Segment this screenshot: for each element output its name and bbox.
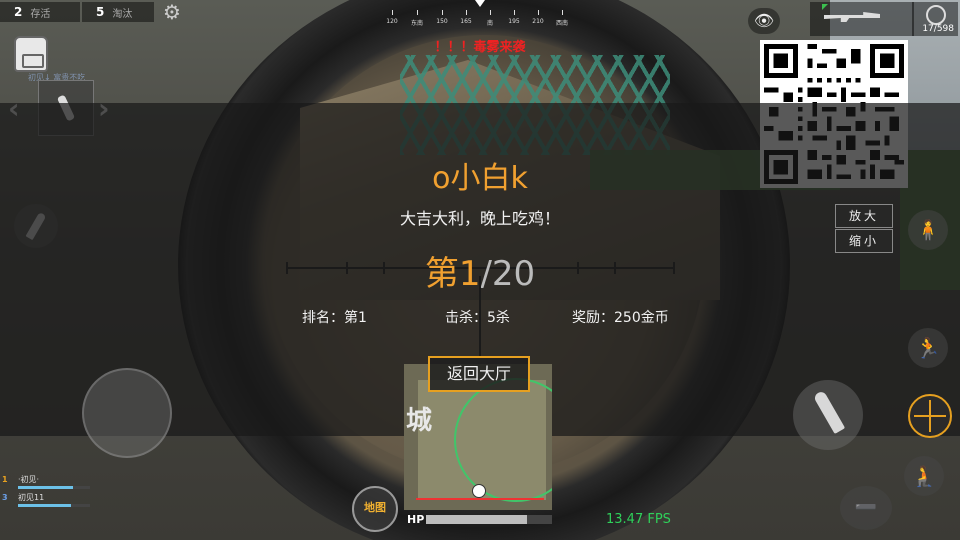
rank-total: /20 <box>480 254 536 294</box>
compass-label: 南 <box>486 20 494 27</box>
ammo-panel: 17/598 <box>912 2 958 36</box>
minimap-route <box>416 498 544 500</box>
compass-label: 210 <box>532 18 544 25</box>
player-name: o小白k <box>432 161 528 196</box>
slot-indicator <box>822 4 828 10</box>
fire-button[interactable] <box>793 380 863 450</box>
compass-label: 150 <box>436 18 448 25</box>
scope-button[interactable] <box>908 394 952 438</box>
zoom-out-button[interactable]: 缩小 <box>835 229 893 253</box>
movement-joystick[interactable] <box>82 368 172 458</box>
teammate-hp-bar <box>18 486 73 489</box>
teammate-name: 初见11 <box>18 493 45 502</box>
compass-pointer-icon <box>475 0 485 7</box>
zoom-in-button[interactable]: 放大 <box>835 204 893 228</box>
stat-rank: 排名：第1 <box>302 310 367 326</box>
crouch-stance-icon[interactable]: 🧎 <box>904 456 944 496</box>
hp-bar <box>426 515 552 524</box>
gear-icon[interactable]: ⚙ <box>160 0 184 24</box>
victory-message: 大吉大利，晚上吃鸡！ <box>399 209 560 228</box>
sit-icon[interactable]: 🏃 <box>908 328 948 368</box>
fps-counter: 13.47 FPS <box>606 512 671 527</box>
alive-count: 2 <box>14 5 23 19</box>
teammate-row: 1 ·初见· <box>2 474 39 485</box>
reticle-tick <box>614 262 616 274</box>
reticle-tick <box>577 262 579 274</box>
alive-counter: 2 存活 <box>0 2 80 22</box>
teammate-number: 1 <box>2 475 8 484</box>
hp-label: HP <box>407 513 425 526</box>
backpack-icon[interactable] <box>14 36 48 72</box>
eye-icon[interactable]: 👁 <box>748 8 780 34</box>
reticle-tick <box>286 262 288 274</box>
kill-label: 淘汰 <box>112 8 133 20</box>
crosshair-icon <box>926 5 946 25</box>
reticle-tick <box>673 262 675 274</box>
teammate-number: 3 <box>2 493 8 502</box>
return-lobby-button[interactable]: 返回大厅 <box>428 356 530 392</box>
gas-warning: ！！！毒雾来袭 <box>434 40 526 55</box>
reticle-tick <box>346 262 348 274</box>
ammo-count: 17/598 <box>922 24 954 34</box>
rifle-icon <box>824 12 880 22</box>
stat-reward: 奖励：250金币 <box>572 310 669 326</box>
reticle-vertical <box>479 276 481 356</box>
minimap-city-label: 城 <box>406 406 433 436</box>
compass-label: 西南 <box>555 20 569 27</box>
teammate-name: ·初见· <box>18 475 40 484</box>
prone-icon[interactable]: ➖ <box>840 486 892 530</box>
reticle-tick <box>383 262 385 274</box>
rank-prefix: 第 <box>424 254 459 294</box>
crouch-icon[interactable]: 🧍 <box>908 210 948 250</box>
hp-fill <box>426 515 527 524</box>
compass-label: 120 <box>386 18 398 25</box>
map-button[interactable]: 地图 <box>352 486 398 532</box>
weapon-slot[interactable] <box>810 2 914 36</box>
rank-number: 1 <box>458 254 481 294</box>
teammate-row: 3 初见11 <box>2 492 44 503</box>
kill-count: 5 <box>96 5 105 19</box>
compass-label: 195 <box>508 18 520 25</box>
kill-counter: 5 淘汰 <box>82 2 154 22</box>
alive-label: 存活 <box>30 8 51 20</box>
compass-label: 165 <box>460 18 472 25</box>
stat-kills: 击杀：5杀 <box>445 310 510 326</box>
teammate-hp-bar <box>18 504 72 507</box>
player-marker-icon <box>472 484 486 498</box>
compass-label: 东南 <box>410 20 424 27</box>
